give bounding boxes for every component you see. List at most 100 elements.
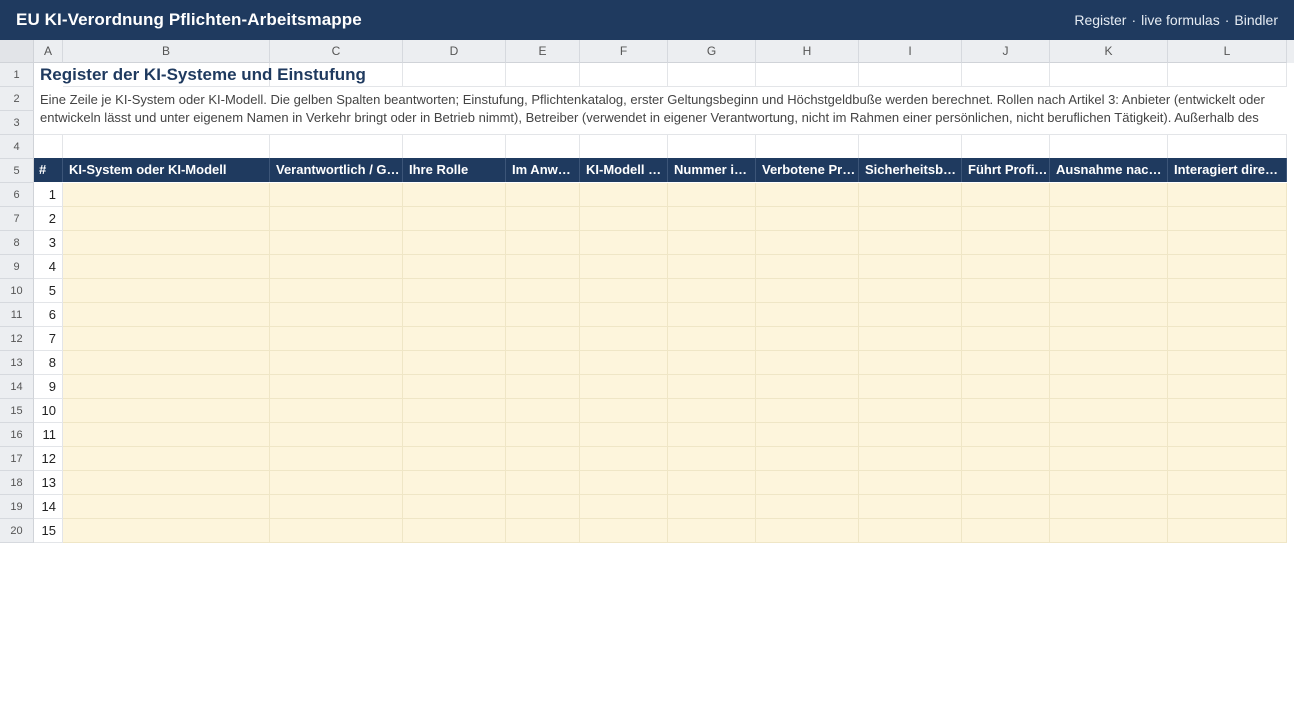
input-cell[interactable]	[270, 303, 403, 327]
input-cell[interactable]	[63, 519, 270, 543]
table-header-cell[interactable]: Ihre Rolle	[403, 158, 506, 182]
input-cell[interactable]	[962, 375, 1050, 399]
input-cell[interactable]	[1050, 519, 1168, 543]
input-cell[interactable]	[580, 255, 668, 279]
row-index-cell[interactable]: 2	[34, 207, 63, 231]
input-cell[interactable]	[859, 519, 962, 543]
input-cell[interactable]	[506, 495, 580, 519]
input-cell[interactable]	[668, 207, 756, 231]
input-cell[interactable]	[63, 471, 270, 495]
input-cell[interactable]	[962, 447, 1050, 471]
input-cell[interactable]	[63, 279, 270, 303]
cell[interactable]	[1168, 63, 1287, 87]
input-cell[interactable]	[756, 183, 859, 207]
input-cell[interactable]	[403, 495, 506, 519]
input-cell[interactable]	[962, 279, 1050, 303]
row-index-cell[interactable]: 14	[34, 495, 63, 519]
input-cell[interactable]	[859, 255, 962, 279]
input-cell[interactable]	[756, 375, 859, 399]
input-cell[interactable]	[403, 231, 506, 255]
cell[interactable]	[756, 135, 859, 159]
row-header[interactable]: 8	[0, 231, 34, 255]
row-index-cell[interactable]: 4	[34, 255, 63, 279]
input-cell[interactable]	[270, 207, 403, 231]
input-cell[interactable]	[63, 447, 270, 471]
row-index-cell[interactable]: 13	[34, 471, 63, 495]
input-cell[interactable]	[859, 423, 962, 447]
input-cell[interactable]	[403, 207, 506, 231]
input-cell[interactable]	[506, 183, 580, 207]
input-cell[interactable]	[580, 471, 668, 495]
row-header[interactable]: 2	[0, 87, 34, 111]
cell[interactable]	[506, 135, 580, 159]
row-header[interactable]: 18	[0, 471, 34, 495]
row-header[interactable]: 15	[0, 399, 34, 423]
input-cell[interactable]	[580, 279, 668, 303]
input-cell[interactable]	[1168, 423, 1287, 447]
input-cell[interactable]	[962, 231, 1050, 255]
input-cell[interactable]	[1168, 303, 1287, 327]
input-cell[interactable]	[270, 423, 403, 447]
input-cell[interactable]	[1050, 279, 1168, 303]
input-cell[interactable]	[270, 471, 403, 495]
input-cell[interactable]	[270, 399, 403, 423]
input-cell[interactable]	[668, 447, 756, 471]
register-link[interactable]: Register	[1074, 12, 1126, 28]
cell[interactable]	[34, 135, 63, 159]
input-cell[interactable]	[962, 399, 1050, 423]
input-cell[interactable]	[580, 351, 668, 375]
table-header-cell[interactable]: Verbotene Pr…	[756, 158, 859, 182]
cell[interactable]	[859, 63, 962, 87]
input-cell[interactable]	[1050, 183, 1168, 207]
input-cell[interactable]	[859, 231, 962, 255]
input-cell[interactable]	[859, 183, 962, 207]
input-cell[interactable]	[756, 447, 859, 471]
input-cell[interactable]	[1168, 231, 1287, 255]
column-header-6[interactable]: F	[580, 40, 668, 63]
input-cell[interactable]	[270, 519, 403, 543]
column-header-1[interactable]: A	[34, 40, 63, 63]
input-cell[interactable]	[63, 423, 270, 447]
column-header-9[interactable]: I	[859, 40, 962, 63]
input-cell[interactable]	[962, 207, 1050, 231]
row-index-cell[interactable]: 3	[34, 231, 63, 255]
table-header-cell[interactable]: Nummer i…	[668, 158, 756, 182]
input-cell[interactable]	[270, 255, 403, 279]
column-header-12[interactable]: L	[1168, 40, 1287, 63]
input-cell[interactable]	[756, 303, 859, 327]
input-cell[interactable]	[962, 303, 1050, 327]
input-cell[interactable]	[859, 279, 962, 303]
input-cell[interactable]	[756, 495, 859, 519]
input-cell[interactable]	[403, 351, 506, 375]
input-cell[interactable]	[63, 375, 270, 399]
input-cell[interactable]	[506, 423, 580, 447]
cell[interactable]	[403, 135, 506, 159]
input-cell[interactable]	[756, 351, 859, 375]
row-index-cell[interactable]: 10	[34, 399, 63, 423]
cell[interactable]	[1168, 135, 1287, 159]
input-cell[interactable]	[668, 231, 756, 255]
row-header[interactable]: 1	[0, 63, 34, 87]
row-header[interactable]: 14	[0, 375, 34, 399]
input-cell[interactable]	[1050, 207, 1168, 231]
row-header[interactable]: 10	[0, 279, 34, 303]
row-index-cell[interactable]: 6	[34, 303, 63, 327]
input-cell[interactable]	[580, 399, 668, 423]
row-header[interactable]: 16	[0, 423, 34, 447]
cell[interactable]	[403, 63, 506, 87]
input-cell[interactable]	[668, 519, 756, 543]
table-header-cell[interactable]: Sicherheitsb…	[859, 158, 962, 182]
row-header[interactable]: 11	[0, 303, 34, 327]
input-cell[interactable]	[403, 519, 506, 543]
row-header[interactable]: 6	[0, 183, 34, 207]
input-cell[interactable]	[859, 327, 962, 351]
table-header-cell[interactable]: Ausnahme nac…	[1050, 158, 1168, 182]
input-cell[interactable]	[1168, 375, 1287, 399]
column-header-4[interactable]: D	[403, 40, 506, 63]
live-formulas-link[interactable]: live formulas	[1141, 12, 1220, 28]
input-cell[interactable]	[506, 447, 580, 471]
input-cell[interactable]	[1168, 327, 1287, 351]
cell[interactable]	[962, 63, 1050, 87]
input-cell[interactable]	[1168, 447, 1287, 471]
input-cell[interactable]	[668, 495, 756, 519]
